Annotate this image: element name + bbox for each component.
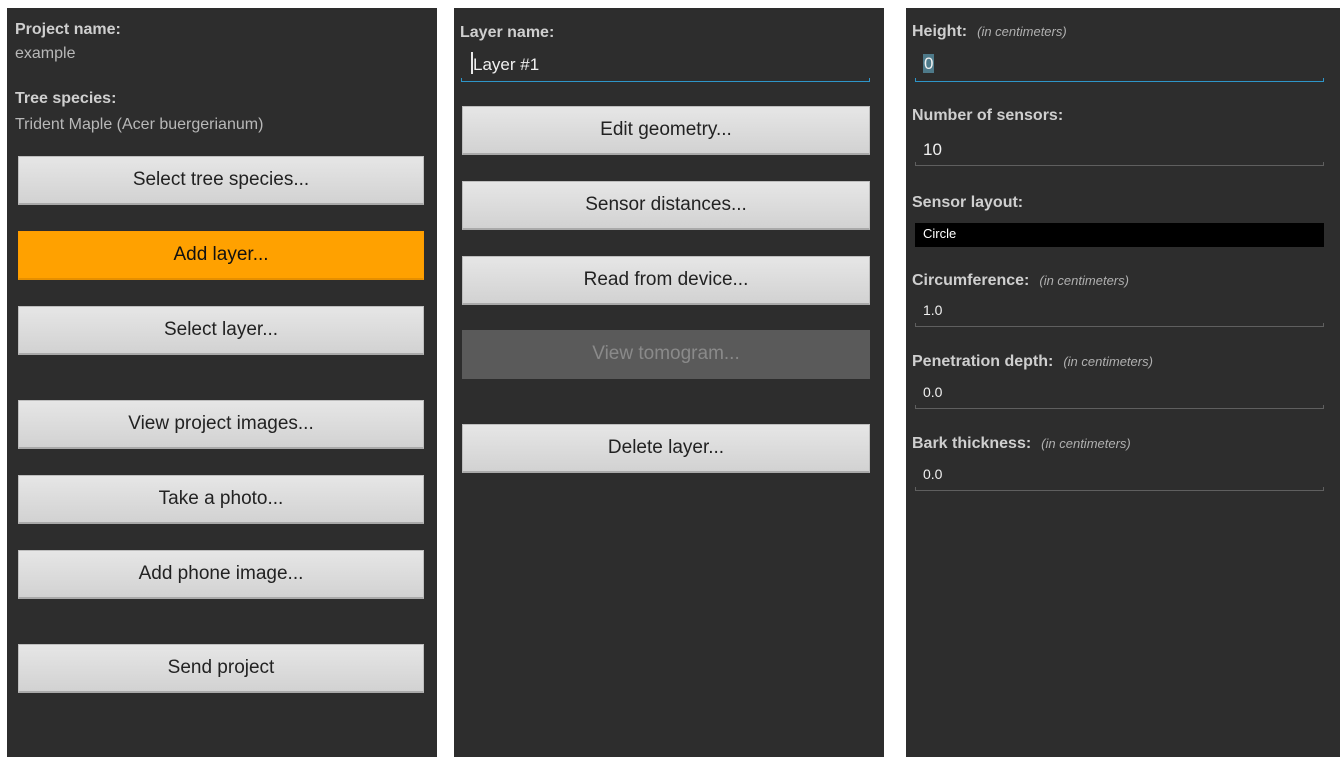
height-value: 0 — [923, 54, 935, 73]
num-sensors-underline — [915, 162, 1324, 166]
bark-thickness-input[interactable]: 0.0 — [915, 461, 1324, 491]
penetration-depth-input[interactable]: 0.0 — [915, 379, 1324, 409]
layer-name-text: Layer #1 — [473, 55, 540, 74]
height-underline — [915, 78, 1324, 82]
circumference-label: Circumference: (in centimeters) — [912, 272, 1129, 290]
bark-thickness-label: Bark thickness: (in centimeters) — [912, 435, 1131, 453]
project-panel: Project name: example Tree species: Trid… — [7, 8, 437, 757]
penetration-depth-hint: (in centimeters) — [1063, 354, 1153, 369]
num-sensors-label: Number of sensors: — [912, 107, 1064, 124]
penetration-depth-value: 0.0 — [923, 384, 943, 400]
read-from-device-button[interactable]: Read from device... — [462, 256, 870, 305]
select-tree-species-button[interactable]: Select tree species... — [18, 156, 424, 205]
project-name-value: example — [15, 45, 76, 62]
tree-species-label: Tree species: — [15, 90, 117, 107]
layer-name-input[interactable]: Layer #1 — [461, 48, 870, 82]
sensor-distances-button[interactable]: Sensor distances... — [462, 181, 870, 230]
height-hint: (in centimeters) — [977, 24, 1067, 39]
select-layer-button[interactable]: Select layer... — [18, 306, 424, 355]
circumference-label-text: Circumference: — [912, 272, 1030, 289]
circumference-underline — [915, 323, 1324, 327]
send-project-button[interactable]: Send project — [18, 644, 424, 693]
project-name-label: Project name: — [15, 21, 121, 38]
bark-thickness-label-text: Bark thickness: — [912, 435, 1032, 452]
layer-panel: Layer name: Layer #1 Edit geometry... Se… — [454, 8, 884, 757]
view-tomogram-button[interactable]: View tomogram... — [462, 330, 870, 379]
circumference-value: 1.0 — [923, 302, 943, 318]
penetration-depth-label-text: Penetration depth: — [912, 353, 1054, 370]
sensor-layout-select[interactable]: Circle — [915, 223, 1324, 247]
geometry-panel: Height: (in centimeters) 0 Number of sens… — [906, 8, 1340, 757]
sensor-layout-label: Sensor layout: — [912, 194, 1024, 211]
penetration-depth-underline — [915, 405, 1324, 409]
num-sensors-input[interactable]: 10 — [915, 134, 1324, 166]
add-phone-image-button[interactable]: Add phone image... — [18, 550, 424, 599]
add-layer-button[interactable]: Add layer... — [18, 231, 424, 280]
bark-thickness-underline — [915, 487, 1324, 491]
circumference-hint: (in centimeters) — [1039, 273, 1129, 288]
height-input[interactable]: 0 — [915, 50, 1324, 82]
num-sensors-value: 10 — [923, 140, 942, 159]
height-label-text: Height: — [912, 23, 968, 40]
tree-species-value: Trident Maple (Acer buergerianum) — [15, 116, 264, 133]
take-photo-button[interactable]: Take a photo... — [18, 475, 424, 524]
layer-name-label: Layer name: — [460, 24, 555, 41]
delete-layer-button[interactable]: Delete layer... — [462, 424, 870, 473]
layer-name-underline — [461, 78, 870, 82]
height-label: Height: (in centimeters) — [912, 23, 1067, 41]
circumference-input[interactable]: 1.0 — [915, 297, 1324, 327]
view-project-images-button[interactable]: View project images... — [18, 400, 424, 449]
bark-thickness-value: 0.0 — [923, 466, 943, 482]
bark-thickness-hint: (in centimeters) — [1041, 436, 1131, 451]
edit-geometry-button[interactable]: Edit geometry... — [462, 106, 870, 155]
penetration-depth-label: Penetration depth: (in centimeters) — [912, 353, 1153, 371]
